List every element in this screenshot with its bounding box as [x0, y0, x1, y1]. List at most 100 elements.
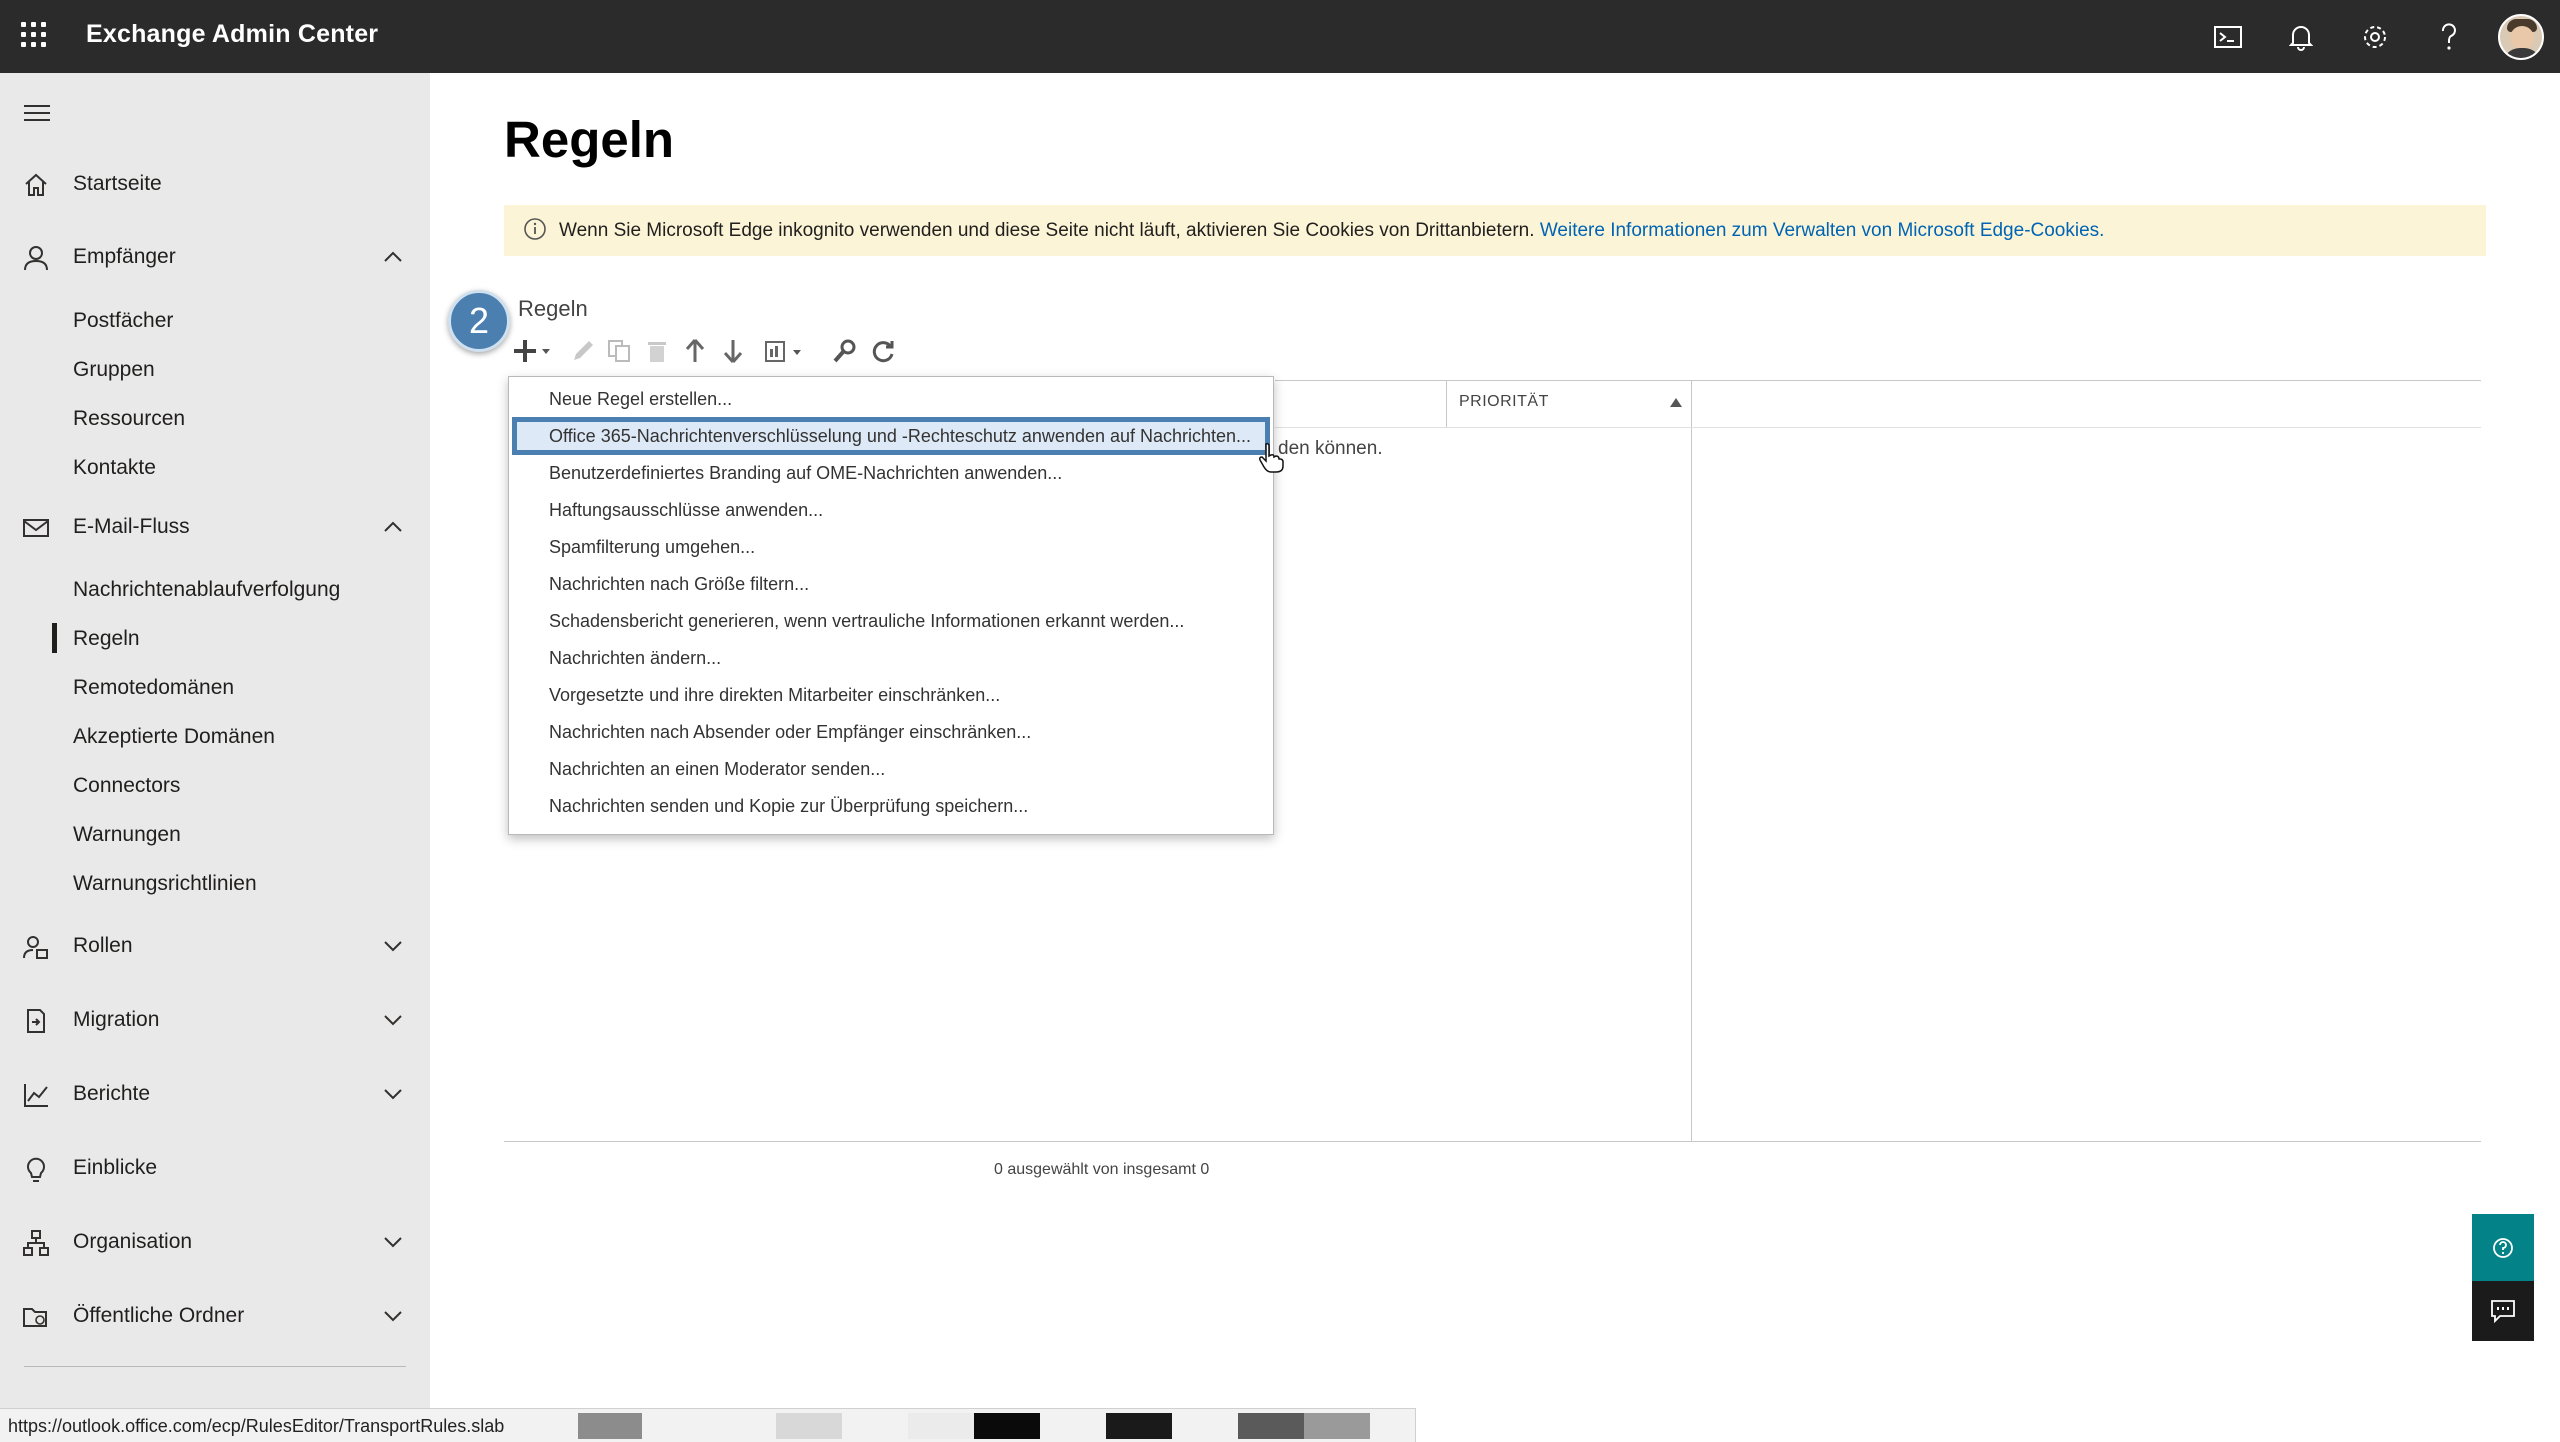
menu-item-spamfilterung[interactable]: Spamfilterung umgehen... [509, 529, 1273, 565]
copy-icon[interactable] [604, 334, 634, 368]
banner-text: Wenn Sie Microsoft Edge inkognito verwen… [559, 220, 2104, 242]
chevron-down-icon [384, 1089, 402, 1100]
menu-item-ome-branding[interactable]: Benutzerdefiniertes Branding auf OME-Nac… [509, 455, 1273, 491]
app-launcher-icon[interactable] [21, 22, 49, 50]
table-bottom-border [504, 1141, 2481, 1142]
section-label: Regeln [518, 296, 588, 321]
status-swatch [1304, 1413, 1370, 1439]
sidebar-item-organisation[interactable]: Organisation [0, 1215, 430, 1271]
menu-item-vorgesetzte[interactable]: Vorgesetzte und ihre direkten Mitarbeite… [509, 677, 1273, 713]
new-rule-dropdown-menu: Neue Regel erstellen... Office 365-Nachr… [508, 376, 1274, 835]
sidebar-item-email-fluss[interactable]: E-Mail-Fluss [0, 500, 430, 556]
gear-icon[interactable] [2358, 20, 2392, 54]
sidebar-item-warnungen[interactable]: Warnungen [73, 823, 181, 847]
export-dropdown-button[interactable] [762, 334, 810, 368]
sidebar-item-kontakte[interactable]: Kontakte [73, 456, 156, 480]
sidebar-item-akzeptierte-domaenen[interactable]: Akzeptierte Domänen [73, 725, 275, 749]
sidebar-item-regeln[interactable]: Regeln [73, 627, 140, 651]
delete-icon[interactable] [642, 334, 672, 368]
help-circle-icon [2493, 1237, 2513, 1258]
migration-icon [27, 1009, 45, 1033]
sidebar-item-label: E-Mail-Fluss [73, 515, 190, 538]
table-header-bottom-border [1275, 427, 2481, 428]
search-icon[interactable] [830, 334, 860, 368]
sidebar-item-connectors[interactable]: Connectors [73, 774, 180, 798]
cloud-shell-icon[interactable] [2211, 20, 2245, 54]
move-down-icon[interactable] [718, 334, 748, 368]
new-rule-dropdown-button[interactable] [512, 334, 554, 368]
menu-item-nachrichten-aendern[interactable]: Nachrichten ändern... [509, 640, 1273, 676]
org-icon [23, 1230, 49, 1256]
sidebar-item-label: Startseite [73, 172, 162, 195]
active-indicator [52, 623, 57, 653]
refresh-icon[interactable] [868, 334, 898, 368]
menu-item-neue-regel[interactable]: Neue Regel erstellen... [509, 381, 1273, 417]
menu-item-absender-empfaenger[interactable]: Nachrichten nach Absender oder Empfänger… [509, 714, 1273, 750]
edit-icon[interactable] [568, 334, 598, 368]
sidebar-item-label: Einblicke [73, 1156, 158, 1179]
banner-message: Wenn Sie Microsoft Edge inkognito verwen… [559, 220, 1535, 241]
menu-item-label: Nachrichten senden und Kopie zur Überprü… [549, 796, 1029, 816]
sidebar-item-nachrichtenablaufverfolgung[interactable]: Nachrichtenablaufverfolgung [73, 578, 340, 602]
user-avatar[interactable] [2498, 14, 2544, 60]
sidebar-divider [24, 1366, 406, 1367]
page-title: Regeln [504, 111, 675, 168]
sidebar-item-berichte[interactable]: Berichte [0, 1067, 430, 1123]
hand-cursor-icon [1259, 443, 1284, 473]
status-swatch [974, 1413, 1040, 1439]
home-icon [25, 173, 47, 196]
selection-count: 0 ausgewählt von insgesamt 0 [994, 1161, 1210, 1178]
menu-item-office365-verschluesselung[interactable]: Office 365-Nachrichtenverschlüsselung un… [512, 417, 1270, 455]
menu-item-haftungsausschluesse[interactable]: Haftungsausschlüsse anwenden... [509, 492, 1273, 528]
sort-ascending-icon [1670, 398, 1682, 407]
floating-feedback-button[interactable] [2472, 1281, 2534, 1341]
sidebar-item-empfaenger[interactable]: Empfänger [0, 230, 430, 286]
move-up-icon[interactable] [680, 334, 710, 368]
table-header-top-border [1275, 380, 2481, 381]
column-header-priority[interactable]: PRIORITÄT [1459, 393, 1549, 411]
menu-item-label: Nachrichten ändern... [549, 648, 722, 668]
chat-icon [2491, 1300, 2515, 1323]
sidebar-item-label: Empfänger [73, 245, 176, 268]
mail-icon [23, 519, 49, 537]
sidebar-item-postfaecher[interactable]: Postfächer [73, 309, 173, 333]
menu-item-label: Schadensbericht generieren, wenn vertrau… [549, 611, 1185, 631]
help-icon[interactable] [2432, 20, 2466, 54]
chevron-up-icon [384, 251, 402, 262]
app-title: Exchange Admin Center [86, 20, 379, 48]
chevron-up-icon [384, 521, 402, 532]
sidebar-item-startseite[interactable]: Startseite [0, 157, 430, 213]
sidebar-item-migration[interactable]: Migration [0, 993, 430, 1049]
bell-icon[interactable] [2284, 20, 2318, 54]
menu-item-label: Nachrichten nach Absender oder Empfänger… [549, 722, 1032, 742]
column-divider [1446, 380, 1447, 427]
sidebar-item-label: Rollen [73, 934, 133, 957]
menu-item-label: Haftungsausschlüsse anwenden... [549, 500, 824, 520]
sidebar: Startseite Empfänger Postfächer Gruppen … [0, 73, 430, 1423]
sidebar-item-rollen[interactable]: Rollen [0, 919, 430, 975]
sidebar-item-gruppen[interactable]: Gruppen [73, 358, 155, 382]
floating-help-button[interactable] [2472, 1214, 2534, 1281]
menu-item-label: Vorgesetzte und ihre direkten Mitarbeite… [549, 685, 1001, 705]
menu-item-kopie-pruefung[interactable]: Nachrichten senden und Kopie zur Überprü… [509, 788, 1273, 824]
sidebar-item-label: Organisation [73, 1230, 193, 1253]
sidebar-item-ressourcen[interactable]: Ressourcen [73, 407, 185, 431]
banner-link[interactable]: Weitere Informationen zum Verwalten von … [1540, 220, 2105, 241]
sidebar-item-label: Migration [73, 1008, 160, 1031]
column-divider [1691, 380, 1692, 1141]
hamburger-menu-icon[interactable] [24, 103, 50, 123]
status-swatch [1238, 1413, 1304, 1439]
sidebar-item-einblicke[interactable]: Einblicke [0, 1141, 430, 1197]
sidebar-item-remotedomaenen[interactable]: Remotedomänen [73, 676, 234, 700]
roles-icon [23, 936, 48, 959]
menu-item-moderator[interactable]: Nachrichten an einen Moderator senden... [509, 751, 1273, 787]
menu-item-schadensbericht[interactable]: Schadensbericht generieren, wenn vertrau… [509, 603, 1273, 639]
menu-item-groesse-filtern[interactable]: Nachrichten nach Größe filtern... [509, 566, 1273, 602]
menu-item-label: Nachrichten an einen Moderator senden... [549, 759, 886, 779]
person-icon [24, 246, 48, 271]
sidebar-item-warnungsrichtlinien[interactable]: Warnungsrichtlinien [73, 872, 257, 896]
sidebar-item-oeffentliche-ordner[interactable]: Öffentliche Ordner [0, 1289, 430, 1345]
add-icon [514, 340, 550, 362]
sidebar-item-label: Berichte [73, 1082, 151, 1105]
lightbulb-icon [27, 1157, 45, 1182]
